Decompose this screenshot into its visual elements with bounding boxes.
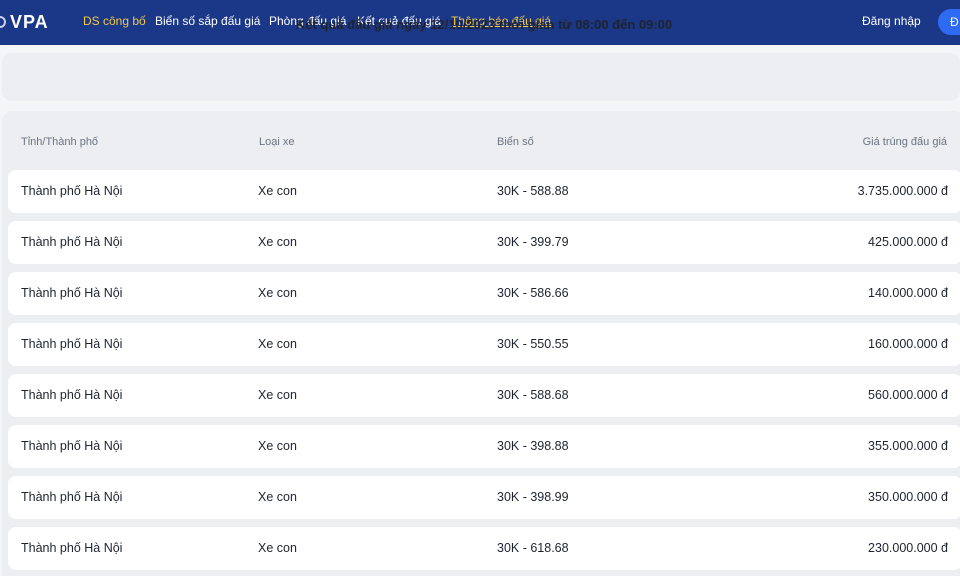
cell-plate: 30K - 398.99 bbox=[497, 490, 569, 504]
column-header-plate: Biển số bbox=[497, 136, 534, 148]
cell-vehicle-type: Xe con bbox=[258, 235, 297, 249]
table-row: Thành phố Hà Nội Xe con 30K - 399.79 425… bbox=[8, 221, 960, 264]
cell-province: Thành phố Hà Nội bbox=[21, 439, 123, 453]
cell-plate: 30K - 399.79 bbox=[497, 235, 569, 249]
column-header-winning-price: Giá trúng đấu giá bbox=[862, 136, 947, 148]
cell-vehicle-type: Xe con bbox=[258, 286, 297, 300]
cell-price: 140.000.000 đ bbox=[868, 286, 948, 300]
title-card bbox=[2, 53, 960, 101]
cell-plate: 30K - 586.66 bbox=[497, 286, 569, 300]
cell-price: 355.000.000 đ bbox=[868, 439, 948, 453]
table-row: Thành phố Hà Nội Xe con 30K - 588.88 3.7… bbox=[8, 170, 960, 213]
cell-province: Thành phố Hà Nội bbox=[21, 337, 123, 351]
table-row: Thành phố Hà Nội Xe con 30K - 588.68 560… bbox=[8, 374, 960, 417]
cell-plate: 30K - 588.68 bbox=[497, 388, 569, 402]
cell-province: Thành phố Hà Nội bbox=[21, 541, 123, 555]
column-header-vehicle-type: Loại xe bbox=[259, 136, 295, 148]
cell-vehicle-type: Xe con bbox=[258, 184, 297, 198]
cell-plate: 30K - 398.88 bbox=[497, 439, 569, 453]
table-row: Thành phố Hà Nội Xe con 30K - 618.68 230… bbox=[8, 527, 960, 570]
cell-vehicle-type: Xe con bbox=[258, 490, 297, 504]
cell-province: Thành phố Hà Nội bbox=[21, 490, 123, 504]
cell-price: 230.000.000 đ bbox=[868, 541, 948, 555]
cell-vehicle-type: Xe con bbox=[258, 388, 297, 402]
cell-plate: 30K - 618.68 bbox=[497, 541, 569, 555]
cell-province: Thành phố Hà Nội bbox=[21, 388, 123, 402]
column-header-province: Tỉnh/Thành phố bbox=[21, 136, 99, 148]
table-row: Thành phố Hà Nội Xe con 30K - 398.99 350… bbox=[8, 476, 960, 519]
cell-province: Thành phố Hà Nội bbox=[21, 184, 123, 198]
cell-province: Thành phố Hà Nội bbox=[21, 286, 123, 300]
cell-plate: 30K - 588.88 bbox=[497, 184, 569, 198]
page-title: Kết quả đấu giá ngày 12/10/2023 thời gia… bbox=[295, 17, 673, 32]
cell-vehicle-type: Xe con bbox=[258, 439, 297, 453]
cell-vehicle-type: Xe con bbox=[258, 337, 297, 351]
cell-price: 425.000.000 đ bbox=[868, 235, 948, 249]
table-row: Thành phố Hà Nội Xe con 30K - 398.88 355… bbox=[8, 425, 960, 468]
cell-price: 160.000.000 đ bbox=[868, 337, 948, 351]
cell-province: Thành phố Hà Nội bbox=[21, 235, 123, 249]
cell-price: 3.735.000.000 đ bbox=[857, 184, 948, 198]
table-row: Thành phố Hà Nội Xe con 30K - 586.66 140… bbox=[8, 272, 960, 315]
table-row: Thành phố Hà Nội Xe con 30K - 550.55 160… bbox=[8, 323, 960, 366]
cell-plate: 30K - 550.55 bbox=[497, 337, 569, 351]
cell-price: 350.000.000 đ bbox=[868, 490, 948, 504]
cell-price: 560.000.000 đ bbox=[868, 388, 948, 402]
cell-vehicle-type: Xe con bbox=[258, 541, 297, 555]
